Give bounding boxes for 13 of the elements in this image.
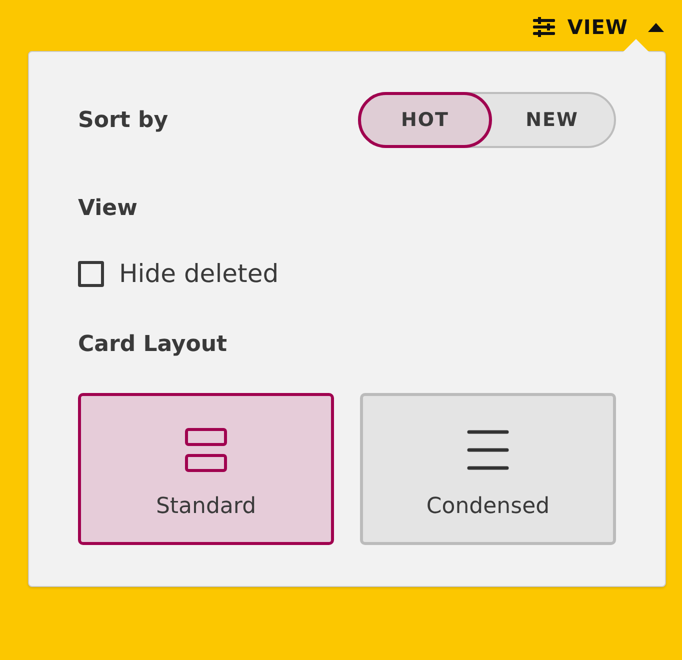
card-layout-heading: Card Layout	[78, 332, 228, 357]
sort-option[interactable]: HOT	[358, 92, 492, 148]
view-heading: View	[78, 196, 138, 221]
two-rectangles-icon	[185, 428, 227, 472]
checkbox[interactable]	[78, 260, 104, 286]
layout-option[interactable]: Standard	[78, 393, 334, 545]
sort-by-label: Sort by	[78, 108, 168, 132]
sliders-icon	[533, 17, 556, 37]
caret-icon	[648, 22, 664, 32]
lines-icon	[467, 428, 509, 472]
hide-deleted-label: Hide deleted	[119, 259, 279, 288]
layout-option[interactable]: Condensed	[360, 393, 616, 545]
view-button[interactable]: VIEW	[533, 13, 664, 41]
